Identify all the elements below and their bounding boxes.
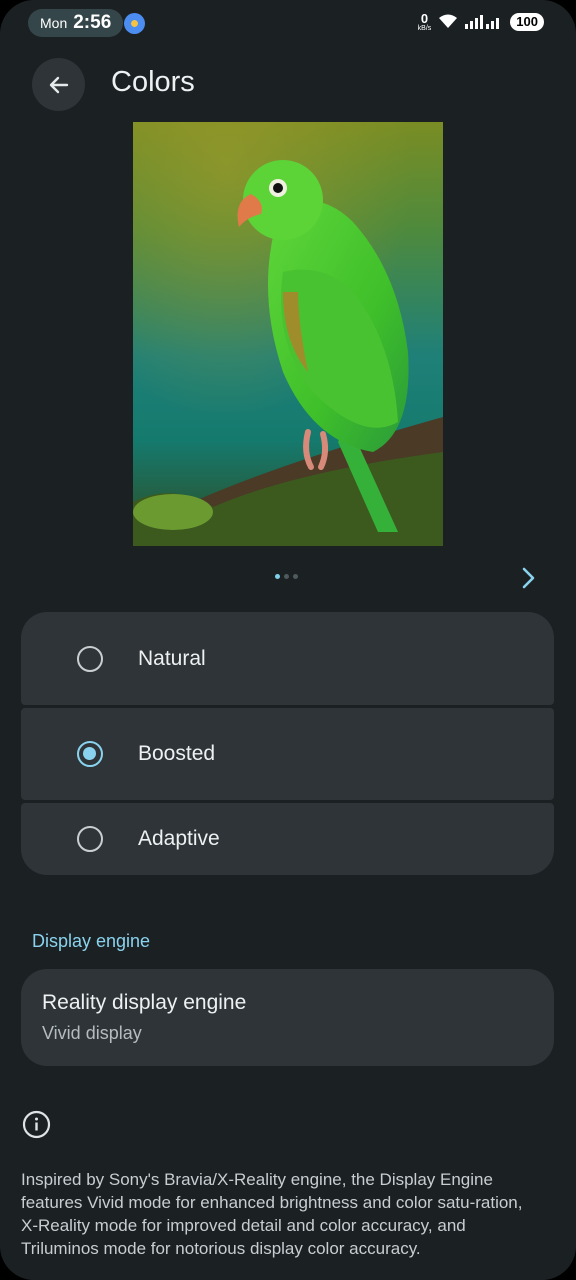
color-mode-natural[interactable]: Natural [21, 612, 554, 705]
page-title: Colors [111, 66, 195, 98]
color-mode-label: Natural [138, 646, 206, 670]
status-bar: Mon 2:56 0 kB/s 100 [0, 8, 576, 40]
chevron-right-icon [522, 567, 535, 589]
signal-icon [465, 15, 500, 29]
setting-title: Reality display engine [42, 991, 247, 1014]
info-icon [22, 1110, 51, 1139]
color-mode-label: Boosted [138, 742, 216, 765]
battery-indicator: 100 [510, 13, 544, 31]
status-icons: 0 kB/s 100 [418, 12, 544, 32]
section-header-display-engine: Display engine [32, 931, 151, 951]
pager-dot [284, 574, 289, 579]
wifi-icon [439, 14, 458, 28]
back-button[interactable] [32, 58, 85, 111]
network-speed: 0 kB/s [418, 12, 432, 32]
color-mode-adaptive[interactable]: Adaptive [21, 803, 554, 875]
preview-pager [275, 574, 298, 579]
color-mode-label: Adaptive [138, 827, 220, 850]
reality-display-engine-setting[interactable]: Reality display engine Vivid display [21, 969, 554, 1066]
pager-dot [293, 574, 298, 579]
clock-day: Mon [40, 15, 68, 31]
notification-app-icon [124, 13, 145, 34]
network-speed-unit: kB/s [417, 25, 432, 32]
display-engine-description: Inspired by Sony's Bravia/X-Reality engi… [21, 1170, 523, 1258]
color-mode-boosted[interactable]: Boosted [21, 708, 554, 800]
next-preview-button[interactable] [514, 564, 542, 592]
clock-time: 2:56 [73, 12, 112, 33]
clock-pill[interactable]: Mon 2:56 [28, 9, 124, 37]
radio-natural[interactable] [77, 645, 103, 672]
color-preview-image [133, 122, 443, 546]
network-speed-value: 0 [420, 11, 429, 26]
setting-summary: Vivid display [42, 1023, 142, 1043]
screen: Mon 2:56 0 kB/s 100 Colors Natural Boost… [0, 0, 576, 1280]
radio-boosted[interactable] [77, 741, 103, 767]
radio-adaptive[interactable] [77, 826, 103, 852]
arrow-left-icon [49, 76, 68, 93]
pager-dot-active [275, 574, 280, 579]
